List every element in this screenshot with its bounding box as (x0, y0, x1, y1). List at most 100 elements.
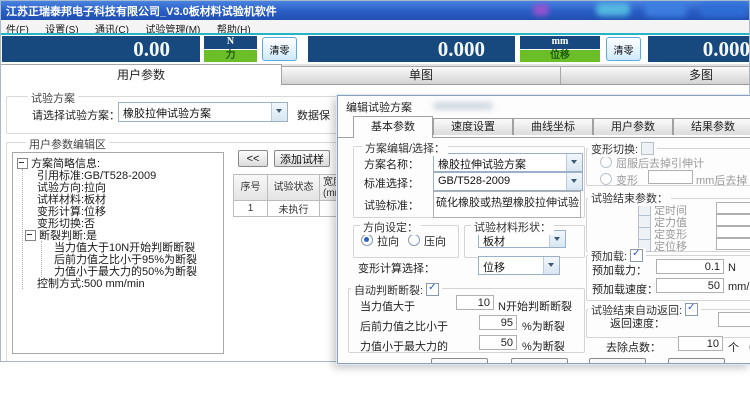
dialog-tab-result[interactable]: 结果参数 (673, 118, 750, 135)
tab-multi-graph[interactable]: 多图 (560, 66, 750, 84)
deform-calc-label: 变形计算选择： (358, 260, 435, 276)
dialog-tab-basic[interactable]: 基本参数 (353, 116, 433, 138)
plan-name-dropdown[interactable]: 橡胶拉伸试验方案 (433, 153, 583, 172)
displacement-value: 0.000 (438, 37, 485, 62)
break-maxforce-input[interactable] (479, 335, 517, 350)
standard-label: 标准选择： (364, 175, 419, 191)
preload-caption: 预加载: (588, 248, 646, 264)
standard-dropdown[interactable]: GB/T528-2009 (433, 172, 583, 191)
main-tabbar: 用户参数 单图 多图 (0, 64, 750, 85)
titlebar-blur-decoration (645, 2, 687, 17)
add-sample-button[interactable]: 添加试样 (274, 150, 330, 167)
break-row1-suffix: N开始判断断裂 (498, 298, 572, 314)
deform-switch-suffix: mm后去掉 (696, 172, 747, 188)
chevron-down-icon (543, 257, 559, 274)
radio-icon[interactable] (408, 234, 420, 246)
chevron-down-icon (566, 173, 582, 190)
dialog-title: 编辑试验方案 (346, 99, 412, 115)
displacement-display: 0.000 (308, 36, 515, 62)
displacement-label: 位移 (520, 50, 600, 63)
dialog-bottom-button[interactable] (431, 358, 488, 364)
auto-break-caption: 自动判断断裂: (351, 282, 442, 298)
remove-points-label: 去除点数： (606, 339, 661, 355)
menubar: 件(F) 设置(S) 通讯(C) 试验管理(M) 帮助(H) (0, 20, 750, 34)
plan-select-label: 请选择试验方案： (32, 107, 120, 123)
test-standard-label: 试验标准： (364, 197, 419, 213)
break-row1-label: 当力值大于 (360, 298, 415, 314)
break-force-input[interactable] (456, 295, 494, 310)
checkbox-checked-icon[interactable] (426, 283, 439, 296)
plan-edit-caption: 方案编辑/选择： (362, 140, 448, 156)
break-row2-label: 后前力值之比小于 (360, 318, 448, 334)
break-ratio-input[interactable] (479, 315, 517, 330)
tab-user-params[interactable]: 用户参数 (0, 64, 282, 85)
titlebar-blur-decoration (533, 4, 549, 16)
app-window: 江苏正瑞泰邦电子科技有限公司_V3.0板材料试验机软件 件(F) 设置(S) 通… (0, 0, 750, 400)
preload-force-input[interactable] (656, 259, 724, 274)
titlebar[interactable]: 江苏正瑞泰邦电子科技有限公司_V3.0板材料试验机软件 (0, 0, 750, 20)
dialog-bottom-button[interactable] (668, 358, 725, 364)
remove-points-unit: 个 （ (728, 339, 750, 355)
collapse-panel-button[interactable]: << (238, 150, 268, 167)
collapse-icon[interactable] (25, 230, 36, 241)
deform-switch-input[interactable] (648, 170, 693, 184)
checkbox-icon[interactable] (641, 142, 654, 155)
force-label: 力 (204, 50, 257, 63)
dialog-bottom-button[interactable] (589, 358, 646, 364)
force-clear-button[interactable]: 清零 (262, 37, 297, 61)
end-param-force-input[interactable] (716, 214, 750, 226)
dialog-tab-user[interactable]: 用户参数 (593, 118, 673, 135)
break-row3-suffix: %为断裂 (522, 338, 565, 354)
deform-value-radio[interactable]: 变形 (600, 172, 638, 188)
titlebar-blur-decoration (433, 102, 493, 110)
radio-selected-icon[interactable] (361, 234, 373, 246)
plan-group-caption: 试验方案 (28, 90, 78, 106)
chevron-down-icon (271, 103, 287, 121)
deform-calc-dropdown[interactable]: 位移 (478, 256, 560, 275)
direction-pull-radio[interactable]: 拉向 (361, 233, 399, 249)
titlebar-blur-decoration (596, 3, 630, 16)
deform-display: 0.000 (648, 36, 750, 62)
displacement-clear-button[interactable]: 清零 (606, 37, 641, 61)
end-param-deform-input[interactable] (716, 226, 750, 238)
yield-remove-radio[interactable]: 屈服后去掉引伸计 (600, 155, 704, 171)
end-param-time-input[interactable] (716, 202, 750, 214)
tab-single-graph[interactable]: 单图 (280, 66, 562, 84)
direction-press-radio[interactable]: 压向 (408, 233, 446, 249)
dialog-tab-speed[interactable]: 速度设置 (433, 118, 513, 135)
force-unit-stack: N 力 (204, 36, 257, 62)
editor-group-caption: 用户参数编辑区 (26, 136, 109, 152)
remove-points-input[interactable] (678, 336, 723, 351)
direction-caption: 方向设定： (360, 219, 421, 235)
titlebar-blur-decoration (700, 2, 748, 17)
plan-select-dropdown[interactable]: 橡胶拉伸试验方案 (118, 102, 288, 122)
radio-icon[interactable] (600, 156, 612, 168)
preload-speed-label: 预加载速度： (592, 281, 658, 297)
preload-speed-unit: mm/m (728, 281, 750, 293)
plan-name-label: 方案名称： (364, 156, 419, 172)
table-header-status: 试验状态 (267, 174, 320, 201)
preload-force-label: 预加载力： (592, 262, 647, 278)
plan-summary-tree[interactable]: 方案简略信息: 引用标准:GB/T528-2009 试验方向:拉向 试样材料:板… (12, 152, 224, 354)
checkbox-checked-icon[interactable] (685, 303, 698, 316)
preload-force-unit: N (728, 262, 736, 274)
collapse-icon[interactable] (17, 158, 28, 169)
deform-switch-caption: 变形切换: (588, 141, 657, 157)
test-standard-textbox[interactable]: 硫化橡胶或热塑橡胶拉伸试验（引 (433, 191, 581, 218)
row-index-cell: 1 (233, 200, 268, 217)
break-row3-label: 力值小于最大力的 (360, 338, 448, 354)
force-value: 0.00 (133, 37, 170, 62)
preload-speed-input[interactable] (656, 278, 724, 293)
displacement-unit-stack: mm 位移 (520, 36, 600, 62)
dialog-titlebar[interactable]: 编辑试验方案 (338, 96, 750, 115)
dialog-tab-curve[interactable]: 曲线坐标 (513, 118, 593, 135)
return-speed-input[interactable] (718, 312, 750, 327)
checkbox-checked-icon[interactable] (630, 249, 643, 262)
break-row2-suffix: %为断裂 (522, 318, 565, 334)
dialog-bottom-button[interactable] (511, 358, 568, 364)
radio-icon[interactable] (600, 173, 612, 185)
data-save-label: 数据保 (297, 107, 330, 123)
end-param-displacement-input[interactable] (716, 238, 750, 250)
tree-break-children: 当力值大于10N开始判断断裂 后前力值之比小于95%为断裂 力值小于最大力的50… (41, 241, 223, 277)
material-caption: 试验材料形状： (471, 219, 554, 235)
